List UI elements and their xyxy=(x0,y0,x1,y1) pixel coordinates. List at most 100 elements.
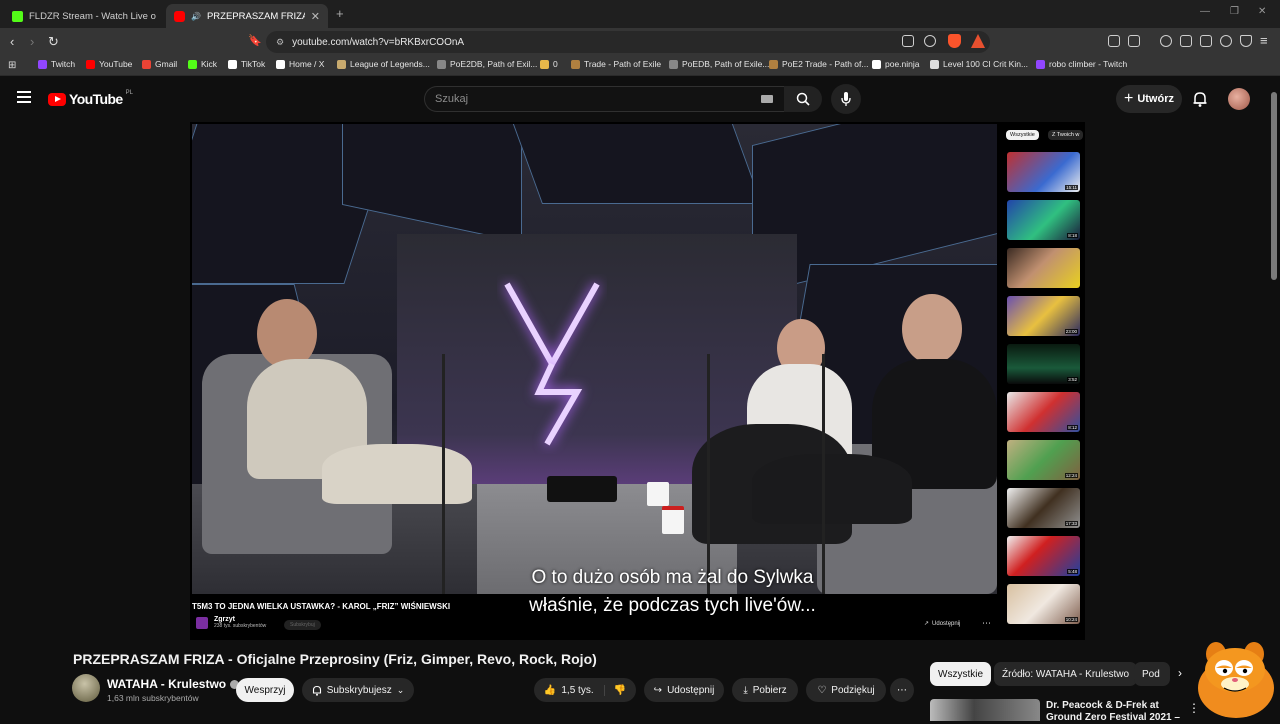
embedded-thumbnail[interactable] xyxy=(1007,248,1080,288)
forward-icon[interactable]: › xyxy=(30,34,34,49)
restore-icon[interactable]: ❐ xyxy=(1230,6,1239,17)
brave-shield-icon[interactable] xyxy=(948,34,961,48)
chevron-down-icon: ⌄ xyxy=(396,684,405,695)
site-info-icon[interactable]: ⚙ xyxy=(276,37,284,48)
bookmark-item[interactable]: Home / X xyxy=(276,59,324,69)
tab-kick[interactable]: FLDZR Stream - Watch Live on Kick xyxy=(4,4,164,28)
embedded-thumbnail[interactable]: 5:48 xyxy=(1007,536,1080,576)
wallet-icon[interactable] xyxy=(1200,35,1212,47)
bookmark-item[interactable]: Twitch xyxy=(38,59,75,69)
embedded-thumbnail[interactable]: 8:18 xyxy=(1007,200,1080,240)
wall-panel xyxy=(501,124,763,204)
bookmark-item[interactable]: Gmail xyxy=(142,59,177,69)
cast-icon[interactable] xyxy=(902,35,914,47)
bookmark-item[interactable]: Level 100 CI Crit Kin... xyxy=(930,59,1028,69)
tab-title: PRZEPRASZAM FRIZA - Oficja xyxy=(206,10,305,22)
voice-search-button[interactable] xyxy=(831,84,861,114)
channel-avatar[interactable] xyxy=(72,674,100,702)
chip-all[interactable]: Wszystkie xyxy=(930,662,991,686)
extensions-icon[interactable] xyxy=(1108,35,1120,47)
bookmark-item[interactable]: PoEDB, Path of Exile... xyxy=(669,59,769,69)
bookmark-label: Home / X xyxy=(289,59,325,69)
embedded-chip[interactable]: Z Twoich w xyxy=(1048,130,1084,140)
bookmark-item[interactable]: League of Legends... xyxy=(337,59,430,69)
bookmark-item[interactable]: Kick xyxy=(188,59,217,69)
keyboard-icon[interactable] xyxy=(761,95,773,103)
related-video-thumbnail[interactable] xyxy=(930,699,1040,721)
embedded-thumbnail[interactable]: 15:11 xyxy=(1007,152,1080,192)
vpn-icon[interactable] xyxy=(1240,35,1252,47)
tab-youtube[interactable]: 🔊 PRZEPRASZAM FRIZA - Oficja ✕ xyxy=(166,4,328,28)
share-icon[interactable] xyxy=(924,35,936,47)
embedded-more-icon[interactable]: ⋯ xyxy=(982,618,991,629)
embedded-chip[interactable]: Wszystkie xyxy=(1006,130,1039,140)
download-button[interactable]: ⤓ Pobierz xyxy=(732,678,798,702)
back-icon[interactable]: ‹ xyxy=(10,34,14,49)
sidebar-icon[interactable] xyxy=(1180,35,1192,47)
embedded-thumbnail[interactable]: 8:12 xyxy=(1007,392,1080,432)
media-icon[interactable] xyxy=(1160,35,1172,47)
create-button[interactable]: + Utwórz xyxy=(1116,85,1182,113)
bookmark-favicon-icon xyxy=(540,59,549,69)
bookmark-item[interactable]: poe.ninja xyxy=(872,59,920,69)
bookmark-item[interactable]: robo climber - Twitch xyxy=(1036,59,1127,69)
support-button[interactable]: Wesprzyj xyxy=(236,678,294,702)
reload-icon[interactable]: ↻ xyxy=(48,34,59,50)
bookmark-favicon-icon xyxy=(142,59,151,69)
bookmark-item[interactable]: 0 xyxy=(540,59,558,69)
embedded-thumbnail[interactable]: 10:24 xyxy=(1007,584,1080,624)
embedded-subscribe-button[interactable]: Subskrybuj xyxy=(284,620,321,630)
menu-icon[interactable]: ≡ xyxy=(1260,33,1268,48)
minimize-icon[interactable]: — xyxy=(1200,6,1210,17)
close-tab-icon[interactable]: ✕ xyxy=(311,10,320,23)
video-player[interactable]: O to dużo osób ma żal do Sylwka właśnie,… xyxy=(190,122,1085,640)
embedded-thumbnail[interactable]: 23:00 xyxy=(1007,296,1080,336)
bookmark-item[interactable]: YouTube xyxy=(86,59,132,69)
embedded-thumbnail[interactable]: 3:52 xyxy=(1007,344,1080,384)
embedded-share-button[interactable]: ↗ Udostępnij xyxy=(924,620,960,628)
share-icon: ↗ xyxy=(924,621,930,627)
search-input[interactable]: Szukaj xyxy=(424,86,784,112)
youtube-logo[interactable]: YouTube PL xyxy=(48,90,133,107)
chevron-right-icon[interactable]: › xyxy=(1178,666,1182,680)
share-button[interactable]: ↪ Udostępnij xyxy=(644,678,724,702)
subscribed-button[interactable]: Subskrybujesz ⌄ xyxy=(302,678,414,702)
bookmark-item[interactable]: Trade - Path of Exile xyxy=(571,59,661,69)
notifications-bell-icon[interactable] xyxy=(1193,91,1207,107)
bookmark-favicon-icon xyxy=(86,59,95,69)
subtitle-line: O to dużo osób ma żal do Sylwka xyxy=(531,567,814,588)
screenshot-icon[interactable] xyxy=(1128,35,1140,47)
chip-related[interactable]: Pod xyxy=(1134,662,1170,686)
leo-icon[interactable] xyxy=(1220,35,1232,47)
dislike-button[interactable]: 👎 xyxy=(610,685,626,696)
bookmark-favicon-icon xyxy=(188,59,197,69)
video-frame[interactable] xyxy=(192,124,997,594)
related-video-title[interactable]: Dr. Peacock & D-Frek at Ground Zero Fest… xyxy=(1046,700,1186,724)
embedded-thumbnail[interactable]: 12:24 xyxy=(1007,440,1080,480)
close-window-icon[interactable]: ✕ xyxy=(1258,6,1266,17)
apps-icon[interactable]: ⊞ xyxy=(8,60,16,71)
address-bar[interactable]: ⚙ youtube.com/watch?v=bRKBxrCOOnA xyxy=(266,31,990,53)
duration-badge: 23:00 xyxy=(1064,329,1078,334)
bookmark-icon[interactable]: 🔖 xyxy=(248,34,262,47)
new-tab-icon[interactable]: + xyxy=(336,6,344,21)
embedded-thumbnail[interactable]: 17:33 xyxy=(1007,488,1080,528)
bookmark-item[interactable]: PoE2 Trade - Path of... xyxy=(769,59,868,69)
hamburger-menu-icon[interactable] xyxy=(17,91,31,103)
bookmark-item[interactable]: TikTok xyxy=(228,59,265,69)
browser-tab-bar: FLDZR Stream - Watch Live on Kick 🔊 PRZE… xyxy=(0,0,1280,28)
more-actions-button[interactable]: ⋯ xyxy=(890,678,914,702)
page-scrollbar[interactable] xyxy=(1271,92,1277,280)
bookmark-item[interactable]: PoE2DB, Path of Exil... xyxy=(437,59,537,69)
user-avatar[interactable] xyxy=(1228,88,1250,110)
embedded-video-title[interactable]: T5M3 TO JEDNA WIELKA USTAWKA? - KAROL „F… xyxy=(192,602,450,611)
youtube-favicon-icon xyxy=(174,10,185,22)
channel-name-link[interactable]: WATAHA - Krulestwo xyxy=(107,677,240,691)
like-button[interactable]: 👍 1,5 tys. xyxy=(544,684,605,696)
embedded-channel[interactable]: Zgrzyt 238 tys. subskrybentów xyxy=(196,616,266,629)
search-button[interactable] xyxy=(784,86,822,112)
chip-source[interactable]: Źródło: WATAHA - Krulestwo xyxy=(994,662,1138,686)
duration-badge: 12:24 xyxy=(1064,473,1078,478)
thanks-button[interactable]: ♡ Podziękuj xyxy=(806,678,886,702)
bookmark-label: PoE2DB, Path of Exil... xyxy=(450,59,538,69)
